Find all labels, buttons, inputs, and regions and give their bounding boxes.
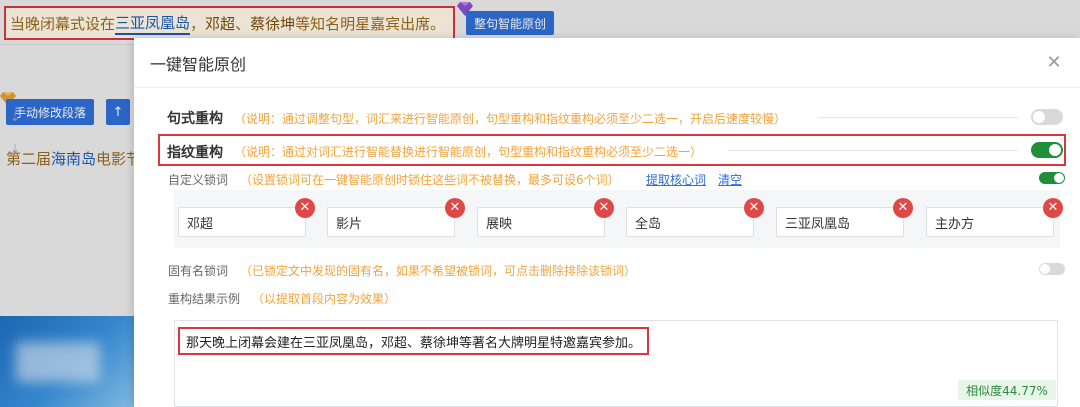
lock-word-chip[interactable]: 影片 [327,207,455,237]
fingerprint-restructure-title: 指纹重构 [167,145,223,161]
similarity-badge: 相似度44.77% [958,380,1056,400]
example-desc: （以提取首段内容为效果） [252,292,397,306]
lock-word-chip[interactable]: 主办方 [926,207,1054,237]
remove-word-icon[interactable]: ✕ [1043,198,1063,218]
proper-noun-lock-desc: （已锁定文中发现的固有名，如果不希望被锁词，可点击删除排除该锁词） [240,264,637,278]
remove-word-icon[interactable]: ✕ [893,198,913,218]
sentence-restructure-toggle[interactable] [1031,109,1063,125]
remove-word-icon[interactable]: ✕ [744,198,764,218]
remove-word-icon[interactable]: ✕ [445,198,465,218]
proper-noun-lock-label: 固有名锁词 [168,264,229,278]
custom-lock-toggle[interactable] [1039,172,1065,184]
lock-word-chip[interactable]: 邓超 [178,207,306,237]
dialog-header: 一键智能原创 ✕ [134,38,1080,88]
drag-handle-icon[interactable]: ⇣ [10,142,20,156]
lock-word-chip[interactable]: 全岛 [626,207,754,237]
sentence-restructure-desc: （说明：通过调整句型，词汇来进行智能原创，句型重构和指纹重构必须至少二选一，开启… [234,112,787,126]
close-icon[interactable]: ✕ [1044,52,1064,73]
drag-handle-icon[interactable]: ⇣ [10,110,20,124]
lock-word-chip[interactable]: 展映 [477,207,605,237]
remove-word-icon[interactable]: ✕ [295,198,315,218]
lock-word-chip[interactable]: 三亚凤凰岛 [776,207,904,237]
divider [728,150,1018,151]
sentence-restructure-title: 句式重构 [167,111,223,127]
fingerprint-restructure-toggle[interactable] [1031,142,1063,158]
remove-word-icon[interactable]: ✕ [594,198,614,218]
fingerprint-restructure-desc: （说明：通过对词汇进行智能替换进行智能原创，句型重构和指纹重构必须至少二选一） [234,145,703,159]
custom-lock-label: 自定义锁词 [168,173,229,187]
custom-lock-desc: （设置锁词可在一键智能原创时锁住这些词不被替换，最多可设6个词） [240,173,620,187]
example-result-text: 那天晚上闭幕会建在三亚凤凰岛，邓超、蔡徐坤等著名大牌明星特邀嘉宾参加。 [178,327,650,355]
divider [818,117,1018,118]
clear-link[interactable]: 清空 [718,171,742,188]
proper-noun-lock-toggle[interactable] [1039,263,1065,275]
example-label: 重构结果示例 [168,292,241,306]
extract-keywords-link[interactable]: 提取核心词 [646,171,706,188]
dialog-title: 一键智能原创 [150,54,247,74]
